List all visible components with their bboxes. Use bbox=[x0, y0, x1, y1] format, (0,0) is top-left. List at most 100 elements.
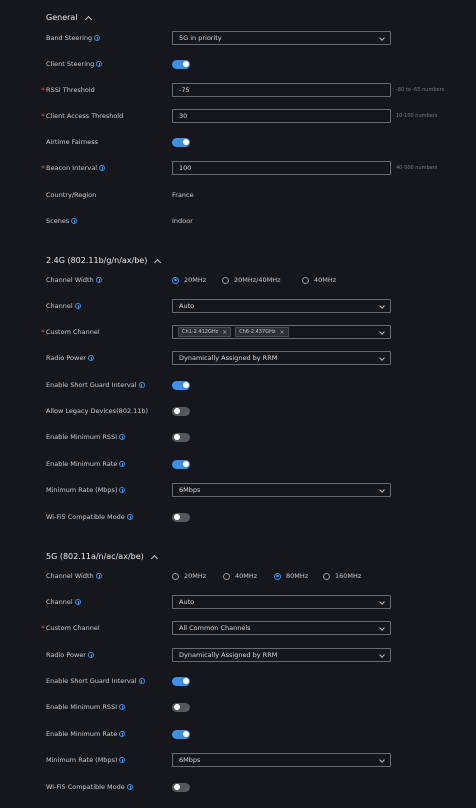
band5-radio-power-select[interactable]: Dynamically Assigned by RRM bbox=[172, 648, 391, 662]
band24-short-guard-label: Enable Short Guard Interval bbox=[46, 381, 137, 389]
band5-min-rate-select[interactable]: 6Mbps bbox=[172, 753, 391, 767]
chevron-up-icon[interactable] bbox=[154, 258, 162, 266]
beacon-interval-input[interactable]: 100 bbox=[172, 161, 391, 175]
band5-short-guard-toggle[interactable] bbox=[172, 676, 190, 686]
band24-short-guard-toggle[interactable] bbox=[172, 380, 190, 390]
band-steering-value: 5G in priority bbox=[179, 34, 222, 42]
channel-tag-label: Ch1-2.412GHz bbox=[182, 329, 219, 335]
band24-min-rate-value: 6Mbps bbox=[179, 486, 201, 494]
band24-legacy-row: Allow Legacy Devices(802.11b) bbox=[0, 402, 476, 420]
radio-dot bbox=[274, 572, 281, 580]
band5-radio-power-label: Radio Power bbox=[46, 651, 86, 659]
band5-min-rssi-label: Enable Minimum RSSI bbox=[46, 703, 118, 711]
band24-min-rate-select[interactable]: 6Mbps bbox=[172, 483, 391, 497]
radio-label: 80MHz bbox=[286, 572, 309, 580]
band5-min-rate-label: Minimum Rate (Mbps) bbox=[46, 756, 118, 764]
band24-min-rate-enable-label: Enable Minimum Rate bbox=[46, 460, 118, 468]
band5-radio-power-value: Dynamically Assigned by RRM bbox=[179, 651, 278, 659]
radio-80mhz[interactable]: 80MHz bbox=[274, 572, 323, 580]
band24-legacy-label: Allow Legacy Devices(802.11b) bbox=[46, 407, 149, 415]
info-icon[interactable] bbox=[119, 757, 126, 763]
info-icon[interactable] bbox=[94, 35, 101, 41]
radio-dot bbox=[222, 276, 229, 284]
band24-wifi5-label: Wi-Fi5 Compatible Mode bbox=[46, 513, 125, 521]
radio-dot bbox=[323, 572, 330, 580]
required-marker: * bbox=[41, 624, 45, 633]
band5-short-guard-row: Enable Short Guard Interval bbox=[0, 672, 476, 690]
info-icon[interactable] bbox=[119, 461, 126, 467]
info-icon[interactable] bbox=[138, 382, 145, 388]
band24-section-header[interactable]: 2.4G (802.11b/g/n/ax/be) bbox=[46, 256, 162, 266]
remove-tag-icon[interactable]: × bbox=[279, 329, 284, 336]
info-icon[interactable] bbox=[126, 514, 133, 520]
client-steering-toggle[interactable] bbox=[172, 59, 190, 69]
band24-min-rate-enable-row: Enable Minimum Rate bbox=[0, 455, 476, 473]
info-icon[interactable] bbox=[99, 165, 106, 171]
band24-custom-channel-label: Custom Channel bbox=[46, 328, 100, 336]
info-icon[interactable] bbox=[87, 652, 94, 658]
rssi-threshold-input[interactable]: -75 bbox=[172, 83, 391, 97]
band24-min-rate-label: Minimum Rate (Mbps) bbox=[46, 486, 118, 494]
info-icon[interactable] bbox=[95, 277, 102, 283]
chevron-down-icon bbox=[379, 624, 385, 631]
band5-min-rssi-toggle[interactable] bbox=[172, 702, 190, 712]
band24-min-rate-row: Minimum Rate (Mbps) 6Mbps bbox=[0, 481, 476, 499]
band24-channel-select[interactable]: Auto bbox=[172, 299, 391, 313]
band5-custom-channel-select[interactable]: All Common Channels bbox=[172, 621, 391, 635]
scenes-value: Indoor bbox=[172, 217, 193, 225]
band5-min-rate-enable-label: Enable Minimum Rate bbox=[46, 730, 118, 738]
band5-wifi5-toggle[interactable] bbox=[172, 782, 190, 792]
radio-20mhz[interactable]: 20MHz bbox=[172, 572, 223, 580]
info-icon[interactable] bbox=[119, 434, 126, 440]
chevron-up-icon[interactable] bbox=[150, 554, 158, 562]
radio-160mhz[interactable]: 160MHz bbox=[323, 572, 361, 580]
radio-dot bbox=[223, 572, 230, 580]
airtime-fairness-toggle[interactable] bbox=[172, 137, 190, 147]
band24-custom-channel-select[interactable]: Ch1-2.412GHz × Ch6-2.437GHz × bbox=[172, 325, 391, 339]
info-icon[interactable] bbox=[119, 487, 126, 493]
radio-20mhz[interactable]: 20MHz bbox=[172, 276, 222, 284]
band5-channel-width-row: Channel Width 20MHz 40MHz 80MHz 160MHz bbox=[0, 567, 476, 585]
band5-channel-width-label: Channel Width bbox=[46, 572, 94, 580]
info-icon[interactable] bbox=[95, 573, 102, 579]
radio-40mhz[interactable]: 40MHz bbox=[302, 276, 336, 284]
scenes-label: Scenes bbox=[46, 217, 70, 225]
chevron-down-icon bbox=[379, 651, 385, 658]
radio-label: 160MHz bbox=[335, 572, 362, 580]
band5-channel-select[interactable]: Auto bbox=[172, 595, 391, 609]
chevron-up-icon[interactable] bbox=[84, 15, 92, 23]
info-icon[interactable] bbox=[87, 355, 94, 361]
band24-radio-power-select[interactable]: Dynamically Assigned by RRM bbox=[172, 351, 391, 365]
band24-min-rssi-toggle[interactable] bbox=[172, 432, 190, 442]
info-icon[interactable] bbox=[119, 704, 126, 710]
radio-40mhz[interactable]: 40MHz bbox=[223, 572, 274, 580]
band5-channel-value: Auto bbox=[179, 598, 195, 606]
info-icon[interactable] bbox=[138, 678, 145, 684]
band-steering-select[interactable]: 5G in priority bbox=[172, 31, 391, 45]
radio-20-40mhz[interactable]: 20MHz/40MHz bbox=[222, 276, 302, 284]
band5-section-header[interactable]: 5G (802.11a/n/ac/ax/be) bbox=[46, 552, 158, 562]
band5-min-rate-enable-toggle[interactable] bbox=[172, 729, 190, 739]
airtime-fairness-label: Airtime Fairness bbox=[46, 138, 99, 146]
info-icon[interactable] bbox=[74, 303, 81, 309]
remove-tag-icon[interactable]: × bbox=[222, 329, 227, 336]
band-steering-label: Band Steering bbox=[46, 34, 93, 42]
band24-legacy-toggle[interactable] bbox=[172, 406, 190, 416]
country-value: France bbox=[172, 191, 194, 199]
band24-wifi5-toggle[interactable] bbox=[172, 512, 190, 522]
client-access-threshold-input[interactable]: 30 bbox=[172, 109, 391, 123]
band24-channel-width-label: Channel Width bbox=[46, 276, 94, 284]
client-steering-row: Client Steering bbox=[0, 55, 476, 73]
rssi-threshold-label: RSSI Threshold bbox=[46, 86, 95, 94]
info-icon[interactable] bbox=[71, 218, 78, 224]
required-marker: * bbox=[41, 164, 45, 173]
info-icon[interactable] bbox=[74, 599, 81, 605]
band24-radio-power-row: Radio Power Dynamically Assigned by RRM bbox=[0, 349, 476, 367]
band24-min-rate-enable-toggle[interactable] bbox=[172, 459, 190, 469]
info-icon[interactable] bbox=[119, 731, 126, 737]
band5-channel-label: Channel bbox=[46, 598, 73, 606]
general-section-header[interactable]: General bbox=[46, 13, 92, 23]
info-icon[interactable] bbox=[96, 61, 103, 67]
country-row: Country/Region France bbox=[0, 186, 476, 204]
info-icon[interactable] bbox=[126, 784, 133, 790]
